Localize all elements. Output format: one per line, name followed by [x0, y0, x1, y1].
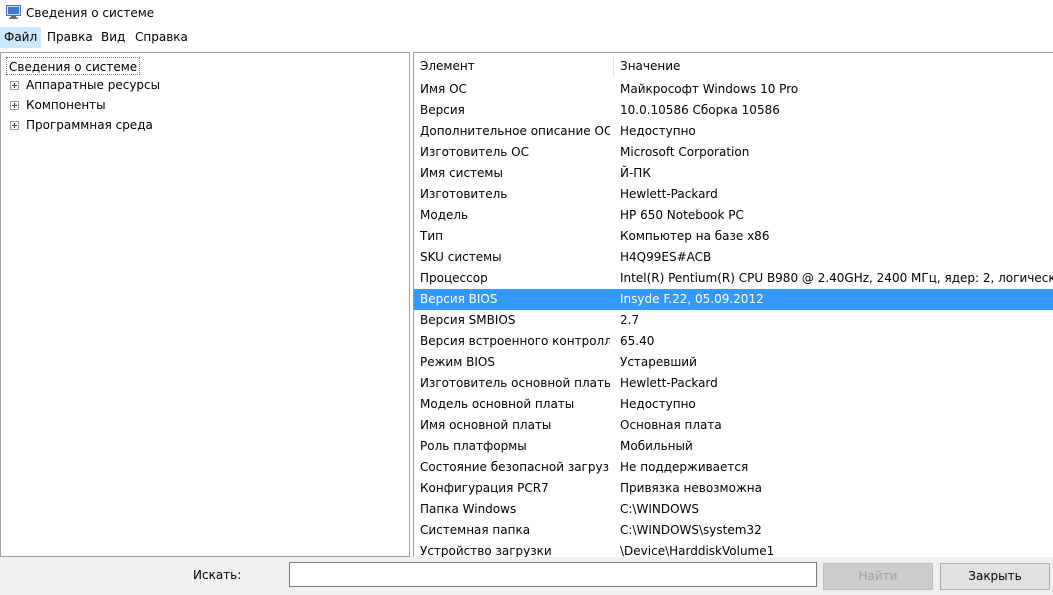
row-element: Папка Windows: [420, 502, 517, 516]
row-value: Привязка невозможна: [620, 481, 762, 495]
row-element: Изготовитель основной платы: [420, 376, 610, 390]
row-element: Режим BIOS: [420, 355, 495, 369]
menu-bar: Файл Правка Вид Справка: [0, 27, 1053, 48]
search-input[interactable]: [289, 562, 817, 587]
row-value: H4Q99ES#ACB: [620, 250, 712, 264]
category-tree[interactable]: Сведения о системе Аппаратные ресурсы Ко…: [0, 52, 410, 557]
table-row[interactable]: Изготовитель основной платы Hewlett-Packa…: [414, 373, 1053, 394]
row-value: Insyde F.22, 05.09.2012: [620, 292, 764, 306]
menu-edit[interactable]: Правка: [43, 27, 97, 48]
expand-icon[interactable]: [10, 121, 19, 130]
table-row[interactable]: Процессор Intel(R) Pentium(R) CPU B980 @ …: [414, 268, 1053, 289]
row-element: Имя системы: [420, 166, 503, 180]
row-element: Модель: [420, 208, 469, 222]
row-value: \Device\HarddiskVolume1: [620, 544, 775, 557]
expand-icon[interactable]: [10, 101, 19, 110]
row-element: Изготовитель: [420, 187, 508, 201]
row-value: Й-ПК: [620, 166, 651, 180]
search-bar: Искать: Найти Закрыть: [0, 557, 1053, 595]
row-value: Не поддерживается: [620, 460, 749, 474]
table-row[interactable]: Изготовитель Hewlett-Packard: [414, 184, 1053, 205]
table-row[interactable]: Устройство загрузки \Device\HarddiskVolum…: [414, 541, 1053, 557]
tree-node-label: Компоненты: [26, 98, 106, 112]
row-value: Основная плата: [620, 418, 722, 432]
row-element: Дополнительное описание ОС: [420, 124, 610, 138]
row-element: Устройство загрузки: [420, 544, 552, 557]
row-element: Версия BIOS: [420, 292, 498, 306]
row-value: C:\WINDOWS\system32: [620, 523, 762, 537]
table-row[interactable]: Режим BIOS Устаревший: [414, 352, 1053, 373]
row-value: C:\WINDOWS: [620, 502, 700, 516]
row-element: Имя ОС: [420, 82, 467, 96]
row-element: Изготовитель ОС: [420, 145, 529, 159]
table-row[interactable]: Роль платформы Мобильный: [414, 436, 1053, 457]
list-header: Элемент Значение: [414, 53, 1053, 79]
table-row[interactable]: Дополнительное описание ОС Недоступно: [414, 121, 1053, 142]
row-value: Недоступно: [620, 397, 696, 411]
window-title: Сведения о системе: [26, 6, 155, 20]
row-value: Intel(R) Pentium(R) CPU B980 @ 2.40GHz, …: [620, 271, 1053, 285]
table-row[interactable]: Версия BIOS Insyde F.22, 05.09.2012: [414, 289, 1053, 310]
table-row[interactable]: Версия встроенного контролл... 65.40: [414, 331, 1053, 352]
row-value: Устаревший: [620, 355, 697, 369]
column-header-value[interactable]: Значение: [614, 53, 680, 79]
row-value: 2.7: [620, 313, 640, 327]
table-row[interactable]: Изготовитель ОС Microsoft Corporation: [414, 142, 1053, 163]
row-element: Состояние безопасной загруз...: [420, 460, 610, 474]
row-value: HP 650 Notebook PC: [620, 208, 744, 222]
row-element: Системная папка: [420, 523, 531, 537]
row-value: Hewlett-Packard: [620, 376, 718, 390]
table-row[interactable]: Имя системы Й-ПК: [414, 163, 1053, 184]
column-header-element[interactable]: Элемент: [414, 53, 475, 79]
menu-file[interactable]: Файл: [0, 27, 42, 48]
table-row[interactable]: Версия 10.0.10586 Сборка 10586: [414, 100, 1053, 121]
row-element: Имя основной платы: [420, 418, 552, 432]
row-value: 65.40: [620, 334, 655, 348]
table-row[interactable]: SKU системы H4Q99ES#ACB: [414, 247, 1053, 268]
table-row[interactable]: Системная папка C:\WINDOWS\system32: [414, 520, 1053, 541]
table-row[interactable]: Тип Компьютер на базе x86: [414, 226, 1053, 247]
row-element: Версия встроенного контролл...: [420, 334, 610, 348]
table-row[interactable]: Папка Windows C:\WINDOWS: [414, 499, 1053, 520]
tree-node-label: Программная среда: [26, 118, 153, 132]
tree-node-label: Аппаратные ресурсы: [26, 78, 161, 92]
table-row[interactable]: Модель основной платы Недоступно: [414, 394, 1053, 415]
row-value: Мобильный: [620, 439, 693, 453]
table-row[interactable]: Версия SMBIOS 2.7: [414, 310, 1053, 331]
row-element: Версия: [420, 103, 465, 117]
row-element: Версия SMBIOS: [420, 313, 516, 327]
table-row[interactable]: Имя ОС Майкрософт Windows 10 Pro: [414, 79, 1053, 100]
table-row[interactable]: Модель HP 650 Notebook PC: [414, 205, 1053, 226]
row-element: Роль платформы: [420, 439, 527, 453]
system-info-icon: [6, 5, 21, 19]
row-element: Конфигурация PCR7: [420, 481, 549, 495]
row-value: 10.0.10586 Сборка 10586: [620, 103, 780, 117]
row-value: Компьютер на базе x86: [620, 229, 770, 243]
row-value: Microsoft Corporation: [620, 145, 750, 159]
row-element: SKU системы: [420, 250, 502, 264]
tree-root-system-summary[interactable]: Сведения о системе: [6, 57, 141, 75]
table-row[interactable]: Состояние безопасной загруз... Не поддерж…: [414, 457, 1053, 478]
row-element: Тип: [420, 229, 443, 243]
expand-icon[interactable]: [10, 81, 19, 90]
details-list[interactable]: Элемент Значение Имя ОС Майкрософт Window…: [413, 52, 1053, 557]
table-row[interactable]: Имя основной платы Основная плата: [414, 415, 1053, 436]
list-rows: Имя ОС Майкрософт Windows 10 Pro Версия 10.…: [414, 79, 1053, 557]
table-row[interactable]: Конфигурация PCR7 Привязка невозможна: [414, 478, 1053, 499]
menu-view[interactable]: Вид: [97, 27, 129, 48]
title-bar: Сведения о системе: [0, 0, 1053, 27]
row-value: Недоступно: [620, 124, 696, 138]
find-button[interactable]: Найти: [823, 563, 933, 590]
row-element: Процессор: [420, 271, 488, 285]
row-element: Модель основной платы: [420, 397, 575, 411]
row-value: Майкрософт Windows 10 Pro: [620, 82, 799, 96]
close-button[interactable]: Закрыть: [940, 563, 1050, 590]
menu-help[interactable]: Справка: [131, 27, 192, 48]
search-label: Искать:: [193, 568, 242, 582]
row-value: Hewlett-Packard: [620, 187, 718, 201]
